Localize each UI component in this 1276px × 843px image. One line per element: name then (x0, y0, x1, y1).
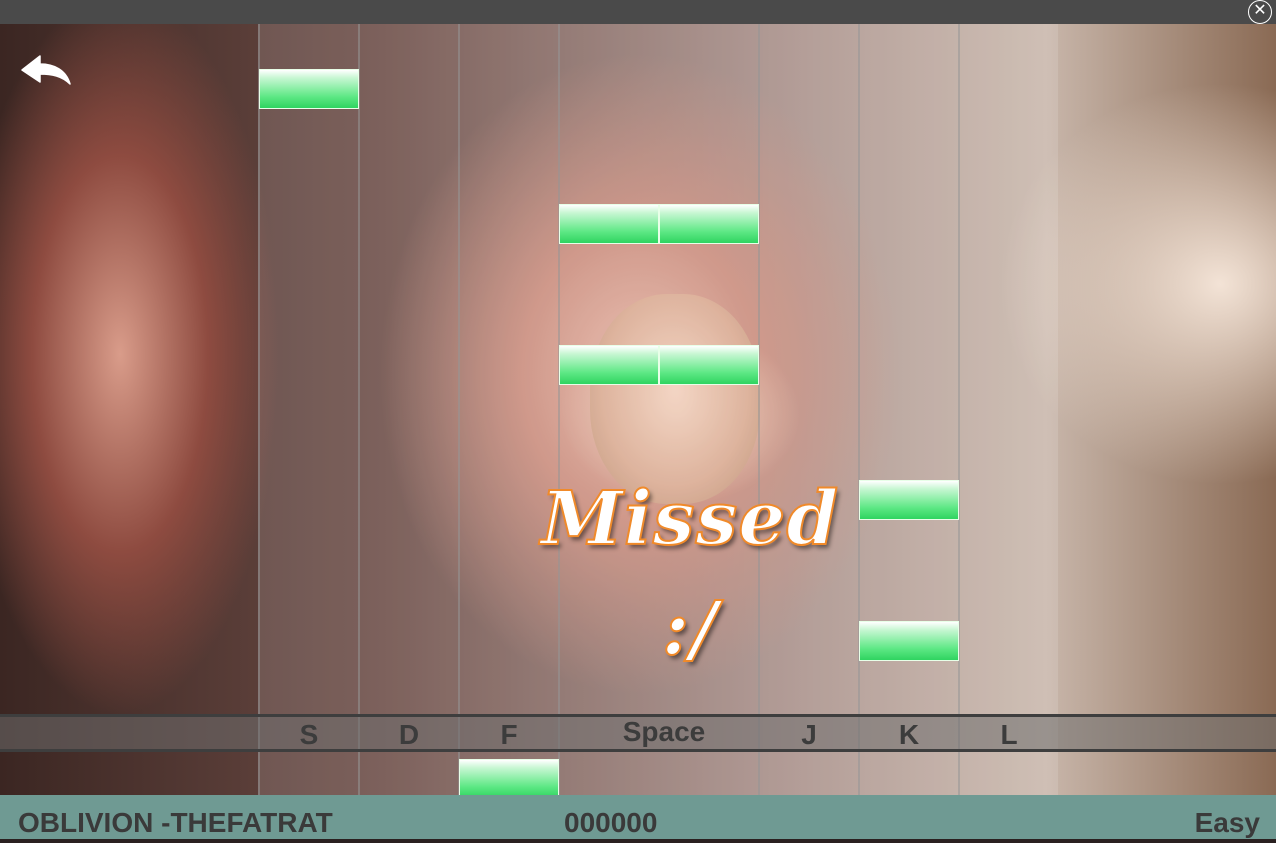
falling-note (259, 69, 359, 109)
lane-j (758, 24, 858, 795)
lane-s (258, 24, 358, 795)
falling-note (559, 204, 659, 244)
key-label-d: D (398, 719, 420, 750)
lane-space (558, 24, 758, 795)
lane-d (358, 24, 458, 795)
title-bar: ✕ (0, 0, 1276, 24)
close-icon[interactable]: ✕ (1248, 0, 1272, 24)
game-stage: Missed :/ (0, 24, 1276, 795)
lane-l (958, 24, 1058, 795)
song-title: OBLIVION -THEFATRAT (18, 807, 333, 838)
difficulty-label: Easy (1194, 807, 1260, 838)
key-hint-bar: S D F Space J K L (0, 714, 1276, 752)
key-label-s: S (299, 719, 319, 750)
feedback-text: Missed :/ (540, 475, 840, 673)
falling-note (859, 621, 959, 661)
lane-k (858, 24, 958, 795)
falling-note (659, 345, 759, 385)
key-label-space: Space (622, 716, 706, 747)
key-label-k: K (898, 719, 920, 750)
key-label-f: F (500, 719, 518, 750)
back-arrow-icon[interactable] (18, 52, 72, 92)
lane-f (458, 24, 558, 795)
falling-note (459, 759, 559, 795)
key-label-j: J (801, 719, 817, 750)
status-bar: OBLIVION -THEFATRAT 000000 Easy (0, 795, 1276, 839)
score-counter: 000000 (564, 807, 658, 838)
falling-note (659, 204, 759, 244)
falling-note (559, 345, 659, 385)
key-label-l: L (1000, 719, 1018, 750)
